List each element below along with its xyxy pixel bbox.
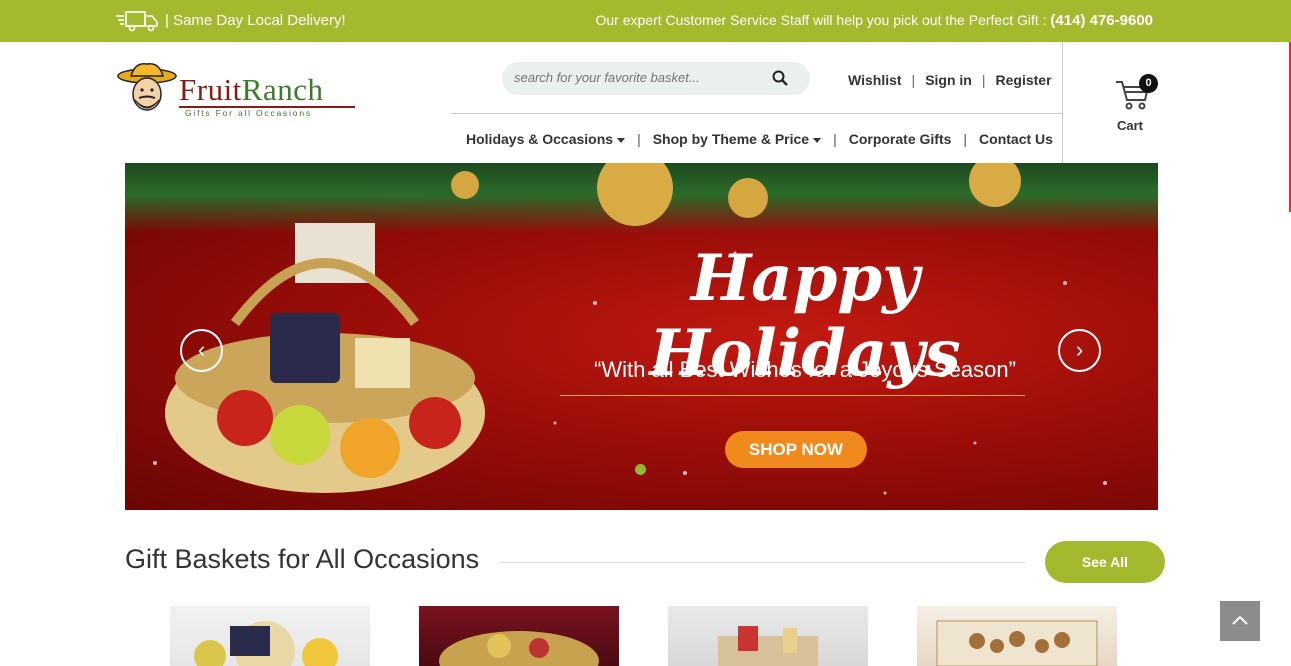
wishlist-link[interactable]: Wishlist (848, 72, 902, 88)
logo-word-ranch: Ranch (241, 72, 324, 107)
separator: | (833, 131, 837, 147)
phone-number[interactable]: (414) 476-9600 (1050, 12, 1153, 29)
delivery-text: | Same Day Local Delivery! (165, 12, 346, 29)
slider-prev-button[interactable]: ‹ (180, 329, 223, 372)
product-thumbnail[interactable] (170, 606, 370, 666)
nav-theme-price[interactable]: Shop by Theme & Price (652, 131, 822, 147)
product-thumbnail[interactable] (419, 606, 619, 666)
slider-dot-active[interactable] (635, 464, 646, 475)
top-announcement-bar: | Same Day Local Delivery! Our expert Cu… (0, 0, 1291, 42)
nav-label: Shop by Theme & Price (652, 131, 810, 147)
separator: | (911, 72, 916, 88)
caret-down-icon (617, 137, 626, 143)
fruitranch-logo[interactable]: FruitRanch Gifts For all Occasions (117, 62, 357, 122)
cart-divider (1062, 42, 1063, 163)
signin-link[interactable]: Sign in (925, 72, 972, 88)
service-message: Our expert Customer Service Staff will h… (595, 12, 1051, 28)
hero-slider[interactable]: Happy Holidays “With all Best Wishes for… (125, 163, 1158, 510)
main-nav: Holidays & Occasions | Shop by Theme & Pri… (466, 131, 1053, 147)
product-thumbnail[interactable] (917, 606, 1117, 666)
hero-divider (560, 395, 1025, 396)
logo-tagline: Gifts For all Occasions (185, 108, 312, 118)
cowboy-logo-icon (117, 63, 177, 111)
separator: | (637, 131, 641, 147)
slider-next-button[interactable]: › (1058, 329, 1101, 372)
account-links: Wishlist | Sign in | Register (848, 72, 1052, 88)
section-title: Gift Baskets for All Occasions (125, 544, 480, 574)
chevron-up-icon (1232, 615, 1248, 625)
cart-button[interactable]: 0 Cart (1114, 74, 1158, 134)
register-link[interactable]: Register (996, 72, 1052, 88)
product-thumbnail[interactable] (668, 606, 868, 666)
shop-now-button[interactable]: SHOP NOW (725, 431, 867, 468)
nav-contact-us[interactable]: Contact Us (979, 131, 1053, 147)
see-all-button[interactable]: See All (1045, 541, 1165, 583)
logo-wordmark: FruitRanch (179, 72, 324, 108)
separator: | (963, 131, 968, 147)
nav-label: Holidays & Occasions (466, 131, 614, 147)
header-divider (451, 113, 1062, 114)
caret-down-icon (813, 137, 822, 143)
search-icon[interactable] (772, 70, 788, 91)
truck-icon (116, 10, 160, 37)
customer-service-text: Our expert Customer Service Staff will h… (595, 12, 1153, 29)
nav-holidays-occasions[interactable]: Holidays & Occasions (466, 131, 626, 147)
search-box (502, 62, 810, 95)
hero-subline: “With all Best Wishes for a Joyous Seaso… (594, 357, 1016, 382)
back-to-top-button[interactable] (1220, 601, 1260, 641)
search-input[interactable] (514, 70, 764, 85)
cart-count-badge: 0 (1139, 74, 1158, 93)
logo-word-fruit: Fruit (179, 72, 242, 107)
section-divider (500, 562, 1025, 563)
separator: | (981, 72, 986, 88)
cart-label: Cart (1117, 118, 1144, 133)
nav-corporate-gifts[interactable]: Corporate Gifts (849, 131, 952, 147)
